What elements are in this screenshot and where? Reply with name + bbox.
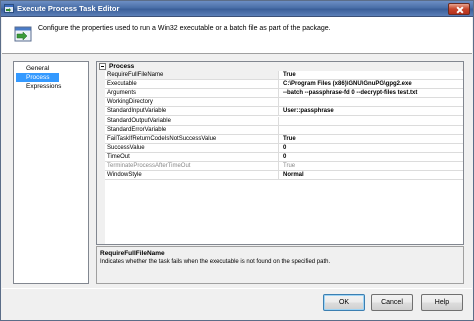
property-name: FailTaskIfReturnCodeIsNotSuccessValue (107, 134, 279, 143)
property-row[interactable]: RequireFullFileName True (105, 71, 463, 81)
property-name: StandardOutputVariable (107, 116, 279, 125)
nav-item-process[interactable]: Process (16, 73, 60, 82)
execute-process-icon (14, 26, 32, 42)
property-value[interactable]: 0 (283, 153, 461, 161)
title-bar[interactable]: Execute Process Task Editor (1, 1, 473, 17)
nav-item-expressions[interactable]: Expressions (16, 82, 71, 91)
property-row[interactable]: StandardOutputVariable (105, 116, 463, 126)
description-text: Indicates whether the task fails when th… (100, 259, 331, 265)
property-row[interactable]: SuccessValue 0 (105, 143, 463, 153)
property-value[interactable]: Normal (283, 171, 461, 179)
execute-process-icon (4, 4, 14, 13)
property-value: True (283, 163, 296, 169)
property-value[interactable]: User::passphrase (283, 107, 461, 115)
window-title: Execute Process Task Editor (17, 4, 120, 13)
property-value[interactable]: True (283, 135, 461, 143)
property-value[interactable]: --batch --passphrase-fd 0 --decrypt-file… (283, 89, 461, 97)
description-title: RequireFullFileName (100, 250, 165, 257)
nav-item-general[interactable]: General (16, 64, 59, 73)
property-value[interactable] (283, 98, 461, 106)
property-value[interactable]: C:\Program Files (x86)\GNU\GnuPG\gpg2.ex… (283, 80, 461, 88)
close-button[interactable] (448, 3, 470, 15)
property-value[interactable]: 0 (283, 144, 461, 152)
header-description: Configure the properties used to run a W… (38, 25, 331, 32)
property-row[interactable]: Arguments --batch --passphrase-fd 0 --de… (105, 89, 463, 99)
category-header: Process (97, 62, 463, 71)
property-name: WindowStyle (107, 171, 279, 180)
ok-button[interactable]: OK (323, 294, 365, 311)
property-name: TimeOut (107, 152, 279, 161)
property-row[interactable]: TimeOut 0 (105, 152, 463, 162)
property-name: StandardErrorVariable (107, 125, 279, 134)
property-name: RequireFullFileName (107, 71, 279, 80)
property-name: Executable (107, 80, 279, 89)
divider (2, 288, 472, 289)
property-row[interactable]: Executable C:\Program Files (x86)\GNU\Gn… (105, 80, 463, 90)
property-value[interactable]: True (283, 71, 461, 79)
property-row[interactable]: WindowStyle Normal (105, 171, 463, 181)
grid-gutter (97, 71, 105, 244)
property-name: SuccessValue (107, 143, 279, 152)
property-value[interactable] (283, 126, 461, 134)
property-description-panel: RequireFullFileName Indicates whether th… (96, 246, 464, 284)
property-value[interactable] (283, 117, 461, 125)
property-grid: Process RequireFullFileName True Executa… (96, 61, 464, 245)
property-name: WorkingDirectory (107, 98, 279, 107)
page-navigation-list: General Process Expressions (13, 61, 89, 284)
property-name: StandardInputVariable (107, 107, 279, 116)
cancel-button[interactable]: Cancel (371, 294, 413, 311)
property-name: TerminateProcessAfterTimeOut (107, 162, 279, 171)
help-button[interactable]: Help (421, 294, 463, 311)
dialog-window: Execute Process Task Editor Configure th… (0, 0, 474, 321)
property-row[interactable]: StandardInputVariable User::passphrase (105, 107, 463, 117)
property-row[interactable]: StandardErrorVariable (105, 125, 463, 135)
property-row[interactable]: FailTaskIfReturnCodeIsNotSuccessValue Tr… (105, 134, 463, 144)
property-row: TerminateProcessAfterTimeOut True (105, 162, 463, 172)
property-row[interactable]: WorkingDirectory (105, 98, 463, 108)
header-panel: Configure the properties used to run a W… (2, 17, 472, 54)
collapse-minus-icon[interactable] (99, 63, 106, 70)
category-title: Process (109, 63, 135, 70)
property-name: Arguments (107, 89, 279, 98)
